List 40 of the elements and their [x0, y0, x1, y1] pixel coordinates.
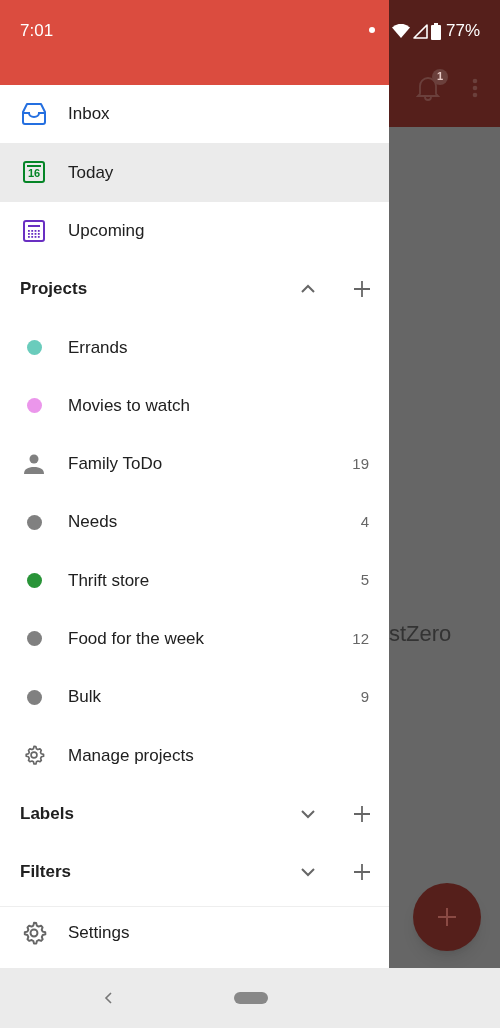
section-title: Projects [20, 278, 89, 301]
signal-icon [412, 23, 428, 39]
battery-percentage: 77% [445, 20, 480, 43]
back-icon[interactable] [104, 992, 112, 1004]
task-count: 4 [360, 511, 369, 532]
collapse-icon[interactable] [300, 284, 316, 295]
project-item[interactable]: Errands [0, 318, 389, 377]
settings-icon [21, 920, 47, 947]
task-count: 19 [352, 453, 369, 474]
settings-item[interactable]: Settings [0, 907, 389, 960]
home-handle[interactable] [234, 992, 268, 1004]
project-item[interactable]: Needs 4 [0, 493, 389, 552]
status-time: 7:01 [20, 20, 54, 42]
calendar-icon [23, 219, 45, 242]
notification-badge: 1 [432, 68, 448, 85]
settings-icon [23, 744, 45, 767]
project-item[interactable]: Thrift store 5 [0, 551, 389, 610]
task-count: 9 [360, 686, 369, 707]
project-item[interactable]: Movies to watch [0, 376, 389, 435]
project-item[interactable]: Food for the week 12 [0, 609, 389, 668]
wifi-icon [391, 24, 410, 38]
manage-projects-item[interactable]: Manage projects [0, 726, 389, 785]
inbox-icon [22, 103, 46, 126]
calendar-icon: 16 [23, 161, 45, 184]
add-icon[interactable] [354, 864, 370, 880]
task-count: 5 [360, 570, 369, 591]
add-icon[interactable] [354, 281, 370, 298]
expand-icon[interactable] [300, 808, 316, 819]
expand-icon[interactable] [300, 867, 316, 877]
person-icon [24, 453, 44, 474]
task-count: 12 [352, 628, 369, 649]
battery-icon [430, 22, 441, 40]
add-icon[interactable] [354, 805, 370, 822]
nav-item[interactable]: Upcoming [0, 201, 389, 260]
project-item[interactable]: Bulk 9 [0, 667, 389, 727]
section-title: Filters [20, 861, 73, 884]
nav-item[interactable]: 16 Today [0, 143, 389, 202]
project-item[interactable]: Family ToDo 19 [0, 434, 389, 494]
section-title: Labels [20, 802, 75, 825]
nav-item[interactable]: Inbox [0, 85, 389, 144]
